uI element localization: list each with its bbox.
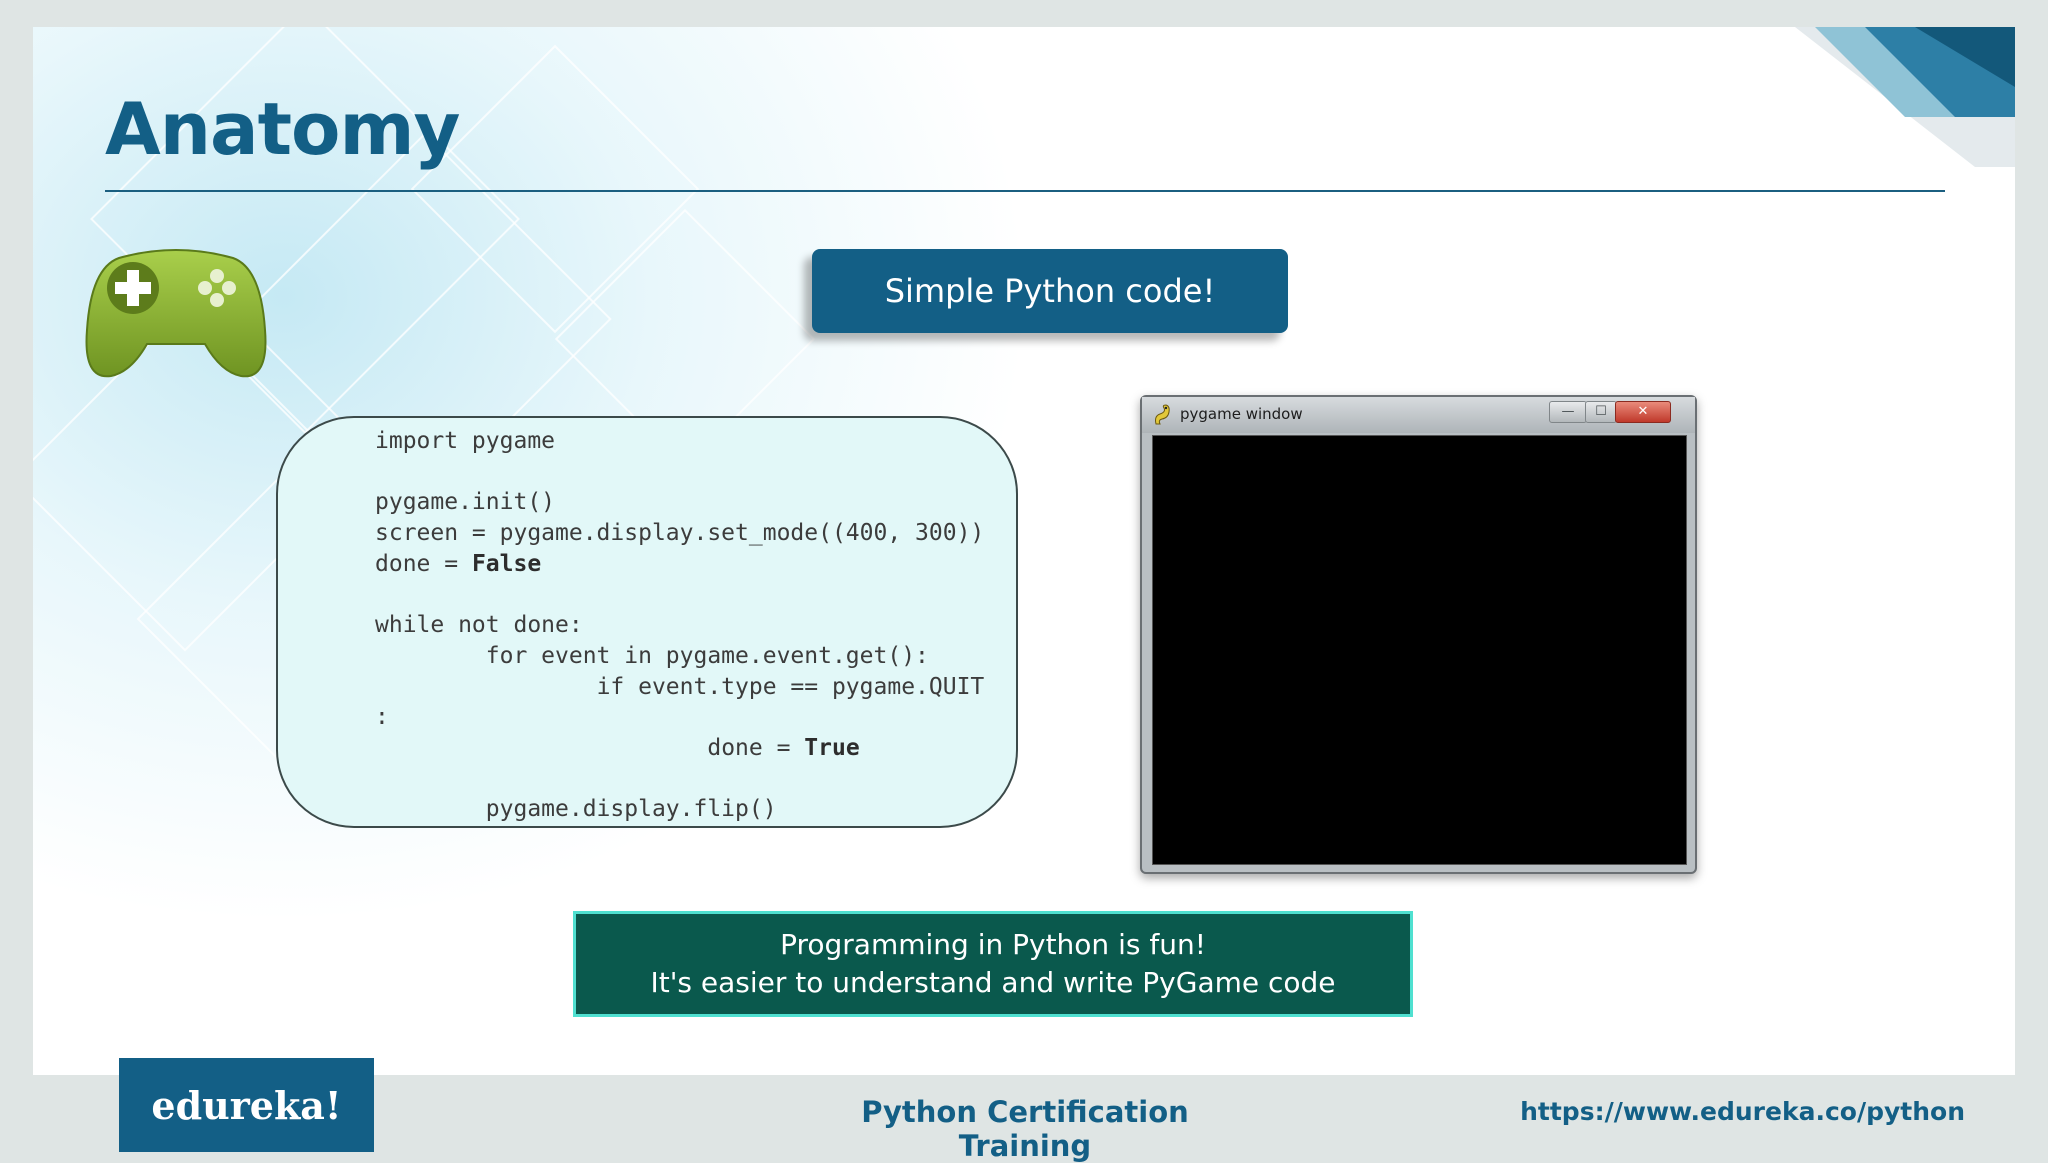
note-box: Programming in Python is fun! It's easie… (573, 911, 1413, 1017)
code-line: done = True (278, 733, 1016, 764)
code-text: done = (375, 550, 472, 577)
code-line: done = False (278, 549, 1016, 580)
code-line: : (278, 702, 1016, 733)
pygame-snake-icon (1155, 404, 1170, 425)
window-title: pygame window (1180, 405, 1303, 423)
code-text: if event.type == pygame.QUIT (596, 673, 985, 700)
footer-url-link[interactable]: https://www.edureka.co/python (1520, 1097, 1965, 1126)
code-text: for event in pygame.event.get(): (485, 642, 929, 669)
window-titlebar[interactable]: pygame window — ☐ ✕ (1142, 397, 1695, 433)
gamepad-icon (85, 249, 267, 378)
code-text: screen = pygame.display.set_mode((400, 3… (375, 520, 985, 547)
pygame-window[interactable]: pygame window — ☐ ✕ (1140, 395, 1697, 874)
banner-label: Simple Python code! (884, 272, 1216, 310)
note-line-1: Programming in Python is fun! (780, 928, 1206, 961)
minimize-icon[interactable]: — (1549, 401, 1587, 423)
code-text: done = (707, 734, 805, 761)
maximize-icon[interactable]: ☐ (1585, 401, 1617, 423)
code-text: pygame.display.flip() (485, 796, 777, 823)
course-title: Python Certification Training (861, 1095, 1189, 1163)
note-line-2: It's easier to understand and write PyGa… (650, 966, 1336, 999)
code-text: import pygame (375, 428, 556, 454)
code-box: import pygame pygame.init() screen = pygam… (276, 416, 1018, 828)
pygame-canvas[interactable] (1152, 435, 1687, 865)
close-icon[interactable]: ✕ (1615, 401, 1671, 423)
slide-title: Anatomy (105, 87, 460, 171)
code-keyword: True (804, 734, 860, 761)
code-line: pygame.display.flip() (278, 794, 1016, 825)
code-line: pygame.init() (278, 487, 1016, 518)
code-text: : (375, 704, 389, 731)
title-divider (105, 190, 1945, 192)
simple-python-code-banner: Simple Python code! (812, 249, 1288, 333)
code-line: screen = pygame.display.set_mode((400, 3… (278, 518, 1016, 549)
code-line: if event.type == pygame.QUIT (278, 672, 1016, 703)
code-line: import pygame (278, 426, 1016, 457)
code-line: while not done: (278, 610, 1016, 641)
brand-name: edureka! (151, 1082, 342, 1128)
code-text: pygame.init() (375, 489, 556, 516)
code-text: while not done: (375, 612, 583, 639)
code-line: for event in pygame.event.get(): (278, 641, 1016, 672)
code-keyword: False (471, 550, 542, 577)
brand-logo: edureka! (119, 1058, 374, 1152)
corner-decoration (1795, 27, 2015, 167)
